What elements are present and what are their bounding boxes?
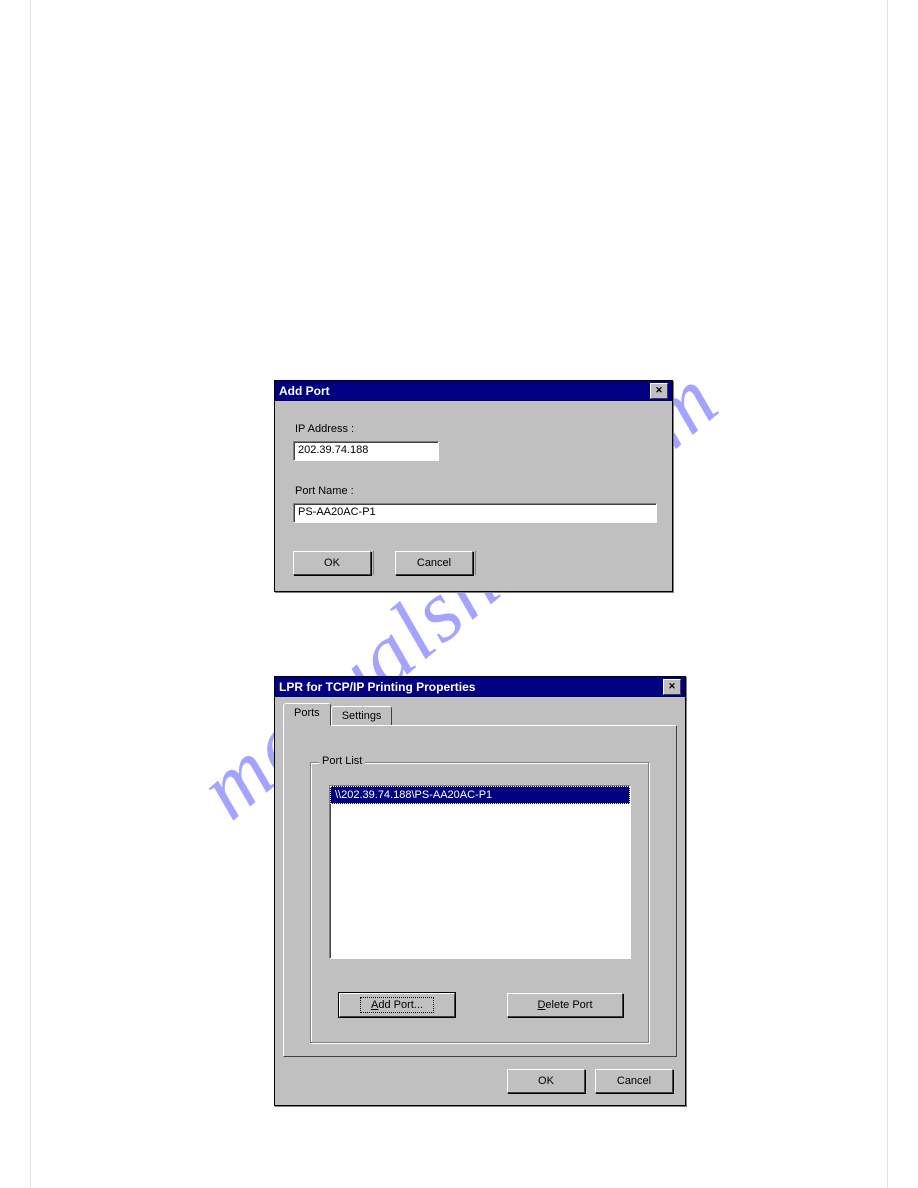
page-border-right [887,0,888,1188]
add-port-dialog: Add Port ✕ IP Address : 202.39.74.188 Po… [274,380,673,592]
port-list-groupbox: Port List \\202.39.74.188\PS-AA20AC-P1 A… [310,762,650,1044]
ok-button[interactable]: OK [293,551,371,575]
lpr-properties-title: LPR for TCP/IP Printing Properties [279,677,475,697]
cancel-button[interactable]: Cancel [395,551,473,575]
add-port-button[interactable]: Add Port... [339,993,455,1017]
lpr-properties-dialog: LPR for TCP/IP Printing Properties ✕ Por… [274,676,686,1106]
close-icon[interactable]: ✕ [663,679,681,695]
ip-address-label: IP Address : [295,423,354,435]
delete-port-button-label: Delete Port [537,999,592,1011]
list-item[interactable]: \\202.39.74.188\PS-AA20AC-P1 [330,786,630,804]
port-list-label: Port List [319,755,365,767]
button-shadow [475,551,476,575]
page-border-left [30,0,31,1188]
add-port-title: Add Port [279,381,330,401]
ok-button[interactable]: OK [507,1069,585,1093]
close-icon[interactable]: ✕ [650,383,668,399]
tab-row: Ports Settings [283,705,392,726]
cancel-button[interactable]: Cancel [595,1069,673,1093]
ip-address-input[interactable]: 202.39.74.188 [293,441,439,461]
tab-panel-ports: Port List \\202.39.74.188\PS-AA20AC-P1 A… [283,725,677,1057]
delete-port-button[interactable]: Delete Port [507,993,623,1017]
port-name-label: Port Name : [295,485,354,497]
add-port-titlebar[interactable]: Add Port ✕ [275,381,672,401]
port-name-input[interactable]: PS-AA20AC-P1 [293,503,657,523]
lpr-properties-titlebar[interactable]: LPR for TCP/IP Printing Properties ✕ [275,677,685,697]
button-shadow [373,551,374,575]
tab-ports[interactable]: Ports [283,703,331,726]
port-listbox[interactable]: \\202.39.74.188\PS-AA20AC-P1 [329,785,631,959]
add-port-button-label: Add Port... [360,997,434,1013]
add-port-body: IP Address : 202.39.74.188 Port Name : P… [275,401,672,591]
lpr-properties-body: Ports Settings Port List \\202.39.74.188… [275,697,685,1105]
tab-settings[interactable]: Settings [331,706,393,726]
